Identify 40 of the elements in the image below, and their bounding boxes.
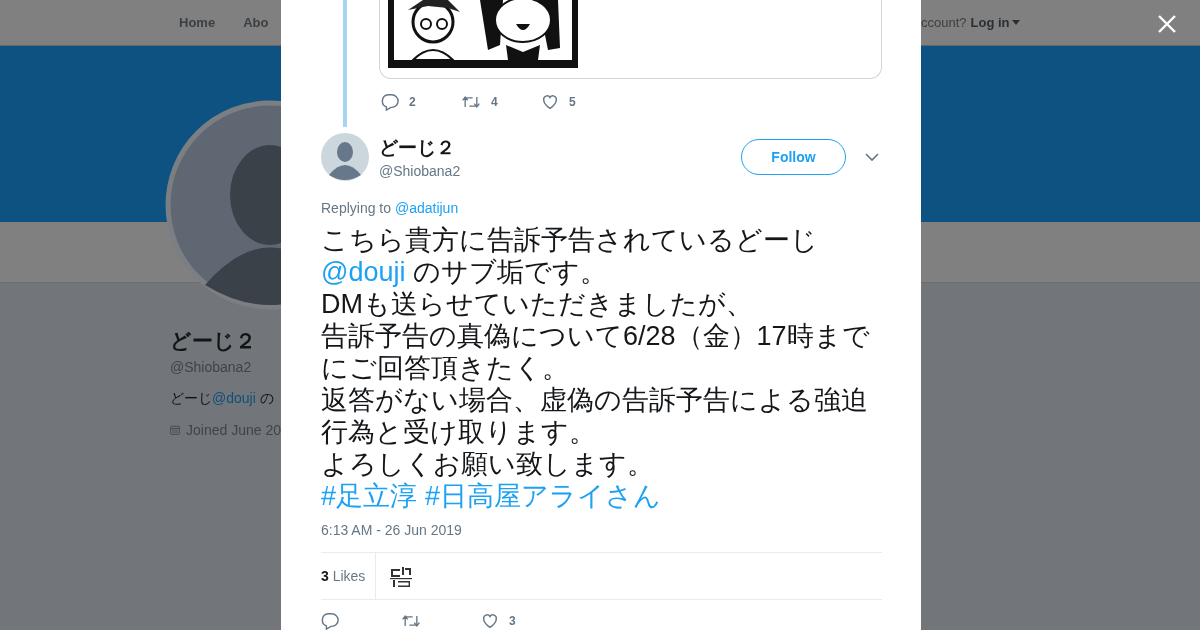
hashtag-link[interactable]: #日高屋アライさん bbox=[425, 481, 662, 511]
caret-icon bbox=[1011, 20, 1020, 25]
nav-link[interactable]: Abo bbox=[243, 15, 269, 30]
retweet-button[interactable]: 4 bbox=[461, 93, 541, 111]
nav-link[interactable]: Home bbox=[179, 15, 216, 30]
tweet-text-line: @douji のサブ垢です。 bbox=[321, 256, 608, 288]
tweet-text-line: 行為と受け取ります。 bbox=[321, 416, 597, 448]
tweet-text-line: 返答がない場合、虚偽の告訴予告による強迫 bbox=[321, 384, 869, 416]
avatar-icon[interactable] bbox=[321, 133, 369, 181]
profile-bio: どーじ@douji の bbox=[170, 390, 275, 408]
speech-bubble-icon bbox=[381, 93, 399, 111]
likes-count[interactable]: 3 Likes bbox=[321, 553, 377, 599]
media-card[interactable] bbox=[379, 0, 882, 79]
retweet-icon bbox=[461, 93, 481, 111]
mention-link[interactable]: @douji bbox=[212, 390, 256, 406]
user-name[interactable]: どーじ２ bbox=[379, 135, 741, 161]
login-button[interactable]: Log in bbox=[970, 15, 1020, 30]
heart-icon bbox=[541, 93, 559, 111]
tweet-text-line: にご回答頂きたく。 bbox=[321, 352, 570, 384]
tweet-time[interactable]: 6:13 AM - 26 Jun 2019 bbox=[321, 522, 882, 538]
tweet-text-line: 告訴予告の真偽について6/28（金）17時まで bbox=[321, 320, 871, 352]
tweet-text-line: DMも送らせていただきましたが、 bbox=[321, 288, 754, 320]
heart-icon bbox=[481, 612, 499, 630]
close-icon[interactable] bbox=[1157, 14, 1177, 34]
like-button[interactable]: 5 bbox=[541, 93, 621, 111]
like-button[interactable]: 3 bbox=[481, 612, 561, 630]
mention-link[interactable]: @adatijun bbox=[394, 200, 459, 216]
hashtag-link[interactable]: #足立淳 bbox=[321, 481, 418, 511]
mention-link[interactable]: @douji bbox=[321, 257, 406, 287]
follow-button[interactable]: Follow bbox=[741, 139, 846, 175]
replying-to: Replying to @adatijun bbox=[321, 200, 460, 216]
profile-name: どーじ２ bbox=[170, 328, 257, 354]
user-handle[interactable]: @Shiobana2 bbox=[379, 163, 741, 179]
tweet-text-line: こちら貴方に告訴予告されているどーじ bbox=[321, 224, 819, 256]
reply-button[interactable]: 2 bbox=[381, 93, 461, 111]
tweet-text-line: よろしくお願い致します。 bbox=[321, 448, 655, 480]
speech-bubble-icon bbox=[321, 612, 339, 630]
retweet-icon bbox=[401, 612, 421, 630]
chevron-icon[interactable] bbox=[865, 152, 879, 162]
account-prompt: ccount? bbox=[921, 15, 967, 30]
